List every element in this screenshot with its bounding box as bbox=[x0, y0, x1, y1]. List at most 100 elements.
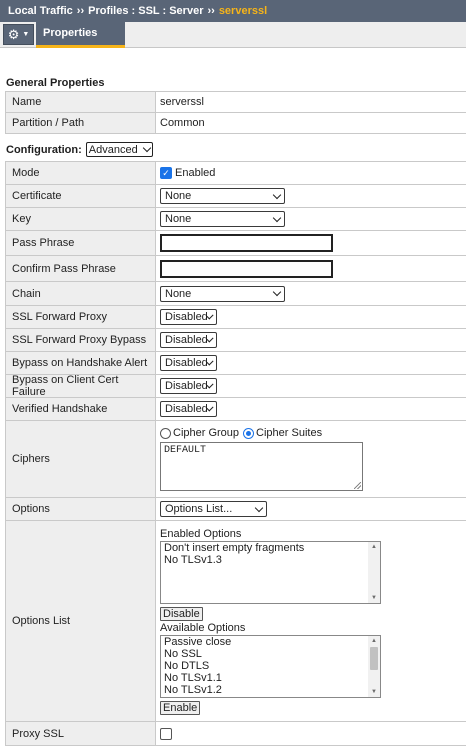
settings-menu-button[interactable]: ⚙ ▼ bbox=[3, 24, 34, 45]
bypass-client-cert-failure-select[interactable]: Disabled bbox=[160, 378, 217, 394]
ssl-forward-proxy-bypass-value: Disabled bbox=[165, 334, 208, 346]
cipher-type-radios: Cipher Group Cipher Suites bbox=[160, 426, 322, 441]
ciphers-textarea[interactable]: DEFAULT bbox=[160, 441, 363, 491]
proxy-ssl-checkbox[interactable] bbox=[160, 727, 172, 740]
options-select[interactable]: Options List... bbox=[160, 501, 267, 517]
certificate-select[interactable]: None bbox=[160, 188, 285, 204]
options-label: Options bbox=[5, 498, 156, 520]
general-properties-heading: General Properties bbox=[6, 77, 105, 89]
bypass-client-cert-failure-value: Disabled bbox=[165, 380, 208, 392]
row-confirm-pass-phrase: Confirm Pass Phrase bbox=[5, 256, 466, 282]
verified-handshake-label: Verified Handshake bbox=[5, 398, 156, 420]
chain-select[interactable]: None bbox=[160, 285, 285, 302]
enabled-options-title: Enabled Options bbox=[160, 528, 242, 540]
available-option-item[interactable]: No TLSv1.2 bbox=[161, 684, 380, 696]
row-mode: Mode ✓ Enabled bbox=[5, 162, 466, 185]
chevron-down-icon bbox=[272, 213, 282, 222]
scroll-up-icon[interactable]: ▲ bbox=[368, 542, 380, 552]
row-bypass-client-cert-failure: Bypass on Client Cert Failure Disabled bbox=[5, 374, 466, 398]
enabled-options-scrollbar[interactable]: ▲ ▼ bbox=[368, 542, 380, 603]
mode-label: Mode bbox=[5, 162, 156, 184]
cipher-group-radio[interactable] bbox=[160, 427, 171, 439]
row-ssl-forward-proxy-bypass: SSL Forward Proxy Bypass Disabled bbox=[5, 329, 466, 352]
ssl-forward-proxy-bypass-label: SSL Forward Proxy Bypass bbox=[5, 329, 156, 351]
key-select[interactable]: None bbox=[160, 211, 285, 227]
bypass-handshake-alert-value: Disabled bbox=[165, 357, 208, 369]
breadcrumb-separator: ›› bbox=[207, 5, 215, 17]
mode-value: ✓ Enabled bbox=[156, 162, 466, 184]
row-options: Options Options List... bbox=[5, 498, 466, 521]
configuration-mode-select[interactable]: Advanced bbox=[85, 142, 153, 157]
gear-icon: ⚙ bbox=[7, 27, 20, 42]
ssl-forward-proxy-label: SSL Forward Proxy bbox=[5, 306, 156, 328]
scroll-down-icon[interactable]: ▼ bbox=[368, 593, 380, 603]
resize-grip-icon[interactable] bbox=[354, 481, 361, 489]
general-properties-table: Name serverssl Partition / Path Common bbox=[5, 91, 466, 134]
confirm-pass-phrase-label: Confirm Pass Phrase bbox=[5, 256, 156, 281]
breadcrumb-separator: ›› bbox=[76, 5, 85, 17]
available-option-item[interactable]: Passive close bbox=[161, 636, 380, 648]
ssl-forward-proxy-value: Disabled bbox=[165, 311, 208, 323]
verified-handshake-select[interactable]: Disabled bbox=[160, 401, 217, 417]
cipher-suites-label: Cipher Suites bbox=[256, 427, 323, 439]
pass-phrase-input[interactable] bbox=[160, 234, 333, 252]
row-ciphers: Ciphers Cipher Group Cipher Suites DEFAU… bbox=[5, 421, 466, 498]
row-key: Key None bbox=[5, 208, 466, 231]
row-options-list: Options List Enabled Options Don't inser… bbox=[5, 521, 466, 722]
configuration-label: Configuration: bbox=[6, 143, 82, 156]
configuration-table: Mode ✓ Enabled Certificate None Key None… bbox=[5, 161, 466, 746]
chevron-down-icon bbox=[254, 503, 264, 512]
name-value: serverssl bbox=[160, 96, 205, 108]
configuration-line: Configuration: Advanced bbox=[6, 142, 153, 157]
scroll-up-icon[interactable]: ▲ bbox=[368, 636, 380, 646]
options-value: Options List... bbox=[165, 503, 233, 515]
available-options-listbox[interactable]: Passive close No SSL No DTLS No TLSv1.1 … bbox=[160, 635, 381, 698]
chain-value: None bbox=[165, 287, 192, 300]
pass-phrase-label: Pass Phrase bbox=[5, 231, 156, 255]
available-option-item[interactable]: No TLSv1.1 bbox=[161, 672, 380, 684]
scroll-down-icon[interactable]: ▼ bbox=[368, 687, 380, 697]
certificate-value: None bbox=[165, 190, 192, 202]
chevron-down-icon bbox=[272, 190, 282, 199]
verified-handshake-value: Disabled bbox=[165, 403, 208, 415]
tab-properties[interactable]: Properties bbox=[36, 22, 125, 48]
disable-button[interactable]: Disable bbox=[160, 607, 203, 621]
row-bypass-handshake-alert: Bypass on Handshake Alert Disabled bbox=[5, 352, 466, 375]
chain-label: Chain bbox=[5, 282, 156, 305]
confirm-pass-phrase-input[interactable] bbox=[160, 259, 333, 278]
enabled-option-item[interactable]: Don't insert empty fragments bbox=[161, 542, 380, 554]
row-ssl-forward-proxy: SSL Forward Proxy Disabled bbox=[5, 306, 466, 329]
ssl-forward-proxy-bypass-select[interactable]: Disabled bbox=[160, 332, 217, 348]
name-label: Name bbox=[5, 92, 156, 112]
available-option-item[interactable]: No DTLS bbox=[161, 660, 380, 672]
available-options-title: Available Options bbox=[160, 622, 246, 634]
breadcrumb-local-traffic[interactable]: Local Traffic bbox=[8, 5, 73, 17]
scroll-thumb[interactable] bbox=[370, 647, 378, 670]
row-pass-phrase: Pass Phrase bbox=[5, 231, 466, 256]
ssl-forward-proxy-select[interactable]: Disabled bbox=[160, 309, 217, 325]
bypass-handshake-alert-select[interactable]: Disabled bbox=[160, 355, 217, 371]
tab-bar: ⚙ ▼ Properties bbox=[0, 22, 466, 48]
row-chain: Chain None bbox=[5, 282, 466, 306]
available-options-scrollbar[interactable]: ▲ ▼ bbox=[368, 636, 380, 697]
available-option-item[interactable]: No SSL bbox=[161, 648, 380, 660]
partition-label: Partition / Path bbox=[5, 113, 156, 133]
breadcrumb-ssl-server-profiles[interactable]: Profiles : SSL : Server bbox=[88, 5, 203, 17]
row-proxy-ssl: Proxy SSL bbox=[5, 722, 466, 746]
row-partition: Partition / Path Common bbox=[5, 113, 466, 134]
ciphers-value: DEFAULT bbox=[164, 444, 207, 456]
options-list-label: Options List bbox=[5, 521, 156, 721]
chevron-down-icon bbox=[272, 287, 282, 297]
enabled-option-item[interactable]: No TLSv1.3 bbox=[161, 554, 380, 566]
partition-value: Common bbox=[160, 117, 205, 129]
bypass-client-cert-failure-label: Bypass on Client Cert Failure bbox=[5, 374, 156, 398]
enabled-options-listbox[interactable]: Don't insert empty fragments No TLSv1.3 … bbox=[160, 541, 381, 604]
cipher-suites-radio[interactable] bbox=[243, 427, 255, 439]
mode-enabled-checkbox[interactable]: ✓ bbox=[160, 167, 172, 179]
certificate-label: Certificate bbox=[5, 185, 156, 207]
enable-button[interactable]: Enable bbox=[160, 701, 201, 715]
row-verified-handshake: Verified Handshake Disabled bbox=[5, 398, 466, 421]
breadcrumb: Local Traffic ›› Profiles : SSL : Server… bbox=[0, 0, 466, 22]
key-label: Key bbox=[5, 208, 156, 230]
key-value: None bbox=[165, 213, 192, 225]
